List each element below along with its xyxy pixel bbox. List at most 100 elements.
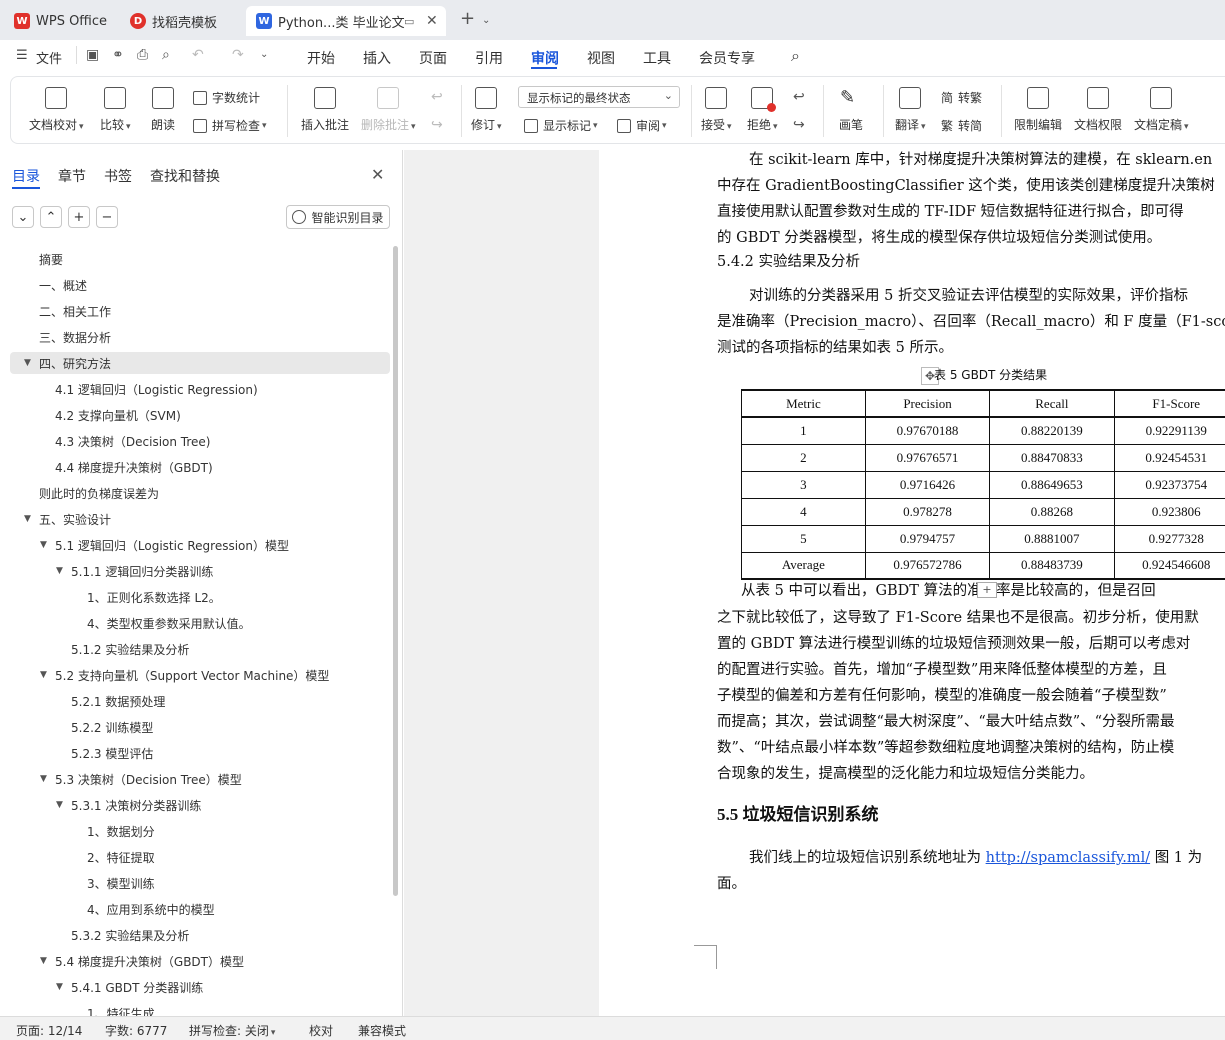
- toc-item[interactable]: 4、类型权重参数采用默认值。: [10, 612, 390, 634]
- save-icon[interactable]: ▣: [86, 47, 99, 63]
- menu-references[interactable]: 引用: [475, 48, 503, 68]
- redo-icon[interactable]: ↷: [232, 47, 244, 63]
- nav-scrollbar[interactable]: [393, 246, 398, 896]
- toc-item[interactable]: ▼ 5.2 支持向量机（Support Vector Machine）模型: [10, 664, 390, 686]
- print-icon[interactable]: ⎙: [137, 47, 148, 63]
- next-comment-icon[interactable]: ↪: [431, 117, 443, 133]
- toc-item[interactable]: ▼ 5.1 逻辑回归（Logistic Regression）模型: [10, 534, 390, 556]
- toc-item[interactable]: 4、应用到系统中的模型: [10, 898, 390, 920]
- show-markup-button[interactable]: 显示标记 ▾: [524, 117, 598, 134]
- toc-item[interactable]: 5.1.2 实验结果及分析: [10, 638, 390, 660]
- track-changes-button[interactable]: 修订 ▾: [471, 87, 502, 133]
- page-indicator[interactable]: 页面: 12/14: [16, 1022, 82, 1039]
- toc-item[interactable]: 4.1 逻辑回归（Logistic Regression): [10, 378, 390, 400]
- toc-item[interactable]: 5.2.2 训练模型: [10, 716, 390, 738]
- translate-button[interactable]: 翻译 ▾: [895, 87, 926, 133]
- tab-chapters[interactable]: 章节: [58, 166, 86, 186]
- toc-item[interactable]: 5.3.2 实验结果及分析: [10, 924, 390, 946]
- tab-find-replace[interactable]: 查找和替换: [150, 166, 220, 186]
- expand-arrow-icon[interactable]: ▼: [56, 982, 63, 992]
- word-count-status[interactable]: 字数: 6777: [105, 1022, 167, 1039]
- spell-check-button[interactable]: 拼写检查 ▾: [193, 117, 267, 134]
- tab-document[interactable]: W Python...类 毕业论文 ▭ ✕: [246, 6, 446, 36]
- toc-item[interactable]: ▼ 5.3 决策树（Decision Tree）模型: [10, 768, 390, 790]
- reject-button[interactable]: 拒绝 ▾: [747, 87, 778, 133]
- system-url-link[interactable]: http://spamclassify.ml/: [986, 850, 1150, 866]
- link-icon[interactable]: ⚭: [112, 47, 124, 63]
- remove-heading-button[interactable]: −: [96, 206, 118, 228]
- doc-finalize-button[interactable]: 文档定稿 ▾: [1134, 87, 1189, 133]
- markup-state-select[interactable]: 显示标记的最终状态 ⌄: [518, 86, 680, 108]
- search-icon[interactable]: ⌕: [791, 46, 800, 66]
- toc-item[interactable]: 3、模型训练: [10, 872, 390, 894]
- tab-list-chevron-icon[interactable]: ⌄: [482, 15, 490, 26]
- toc-item[interactable]: 5.2.3 模型评估: [10, 742, 390, 764]
- close-icon[interactable]: ✕: [371, 165, 384, 184]
- toc-item[interactable]: ▼ 5.4.1 GBDT 分类器训练: [10, 976, 390, 998]
- expand-arrow-icon[interactable]: ▼: [40, 774, 47, 784]
- word-count-button[interactable]: 字数统计: [193, 89, 260, 106]
- toc-item[interactable]: 二、相关工作: [10, 300, 390, 322]
- accept-button[interactable]: 接受 ▾: [701, 87, 732, 133]
- toc-item[interactable]: 4.2 支撑向量机（SVM): [10, 404, 390, 426]
- toc-item[interactable]: 2、特征提取: [10, 846, 390, 868]
- toc-item[interactable]: 1、数据划分: [10, 820, 390, 842]
- expand-arrow-icon[interactable]: ▼: [24, 358, 31, 368]
- toc-item[interactable]: 5.2.1 数据预处理: [10, 690, 390, 712]
- tab-bookmarks[interactable]: 书签: [104, 166, 132, 186]
- toc-item[interactable]: 1、正则化系数选择 L2。: [10, 586, 390, 608]
- toc-item[interactable]: ▼ 5.1.1 逻辑回归分类器训练: [10, 560, 390, 582]
- expand-arrow-icon[interactable]: ▼: [40, 956, 47, 966]
- delete-comment-button[interactable]: 删除批注 ▾: [361, 87, 416, 133]
- toc-item[interactable]: 则此时的负梯度误差为: [10, 482, 390, 504]
- next-change-icon[interactable]: ↪: [793, 117, 805, 133]
- toc-item[interactable]: ▼ 5.3.1 决策树分类器训练: [10, 794, 390, 816]
- file-menu[interactable]: 文件: [36, 48, 62, 67]
- menu-insert[interactable]: 插入: [363, 48, 391, 68]
- toc-item[interactable]: 4.4 梯度提升决策树（GBDT): [10, 456, 390, 478]
- previous-comment-icon[interactable]: ↩: [431, 89, 443, 105]
- previous-change-icon[interactable]: ↩: [793, 89, 805, 105]
- expand-arrow-icon[interactable]: ▼: [56, 566, 63, 576]
- toc-item[interactable]: 一、概述: [10, 274, 390, 296]
- quick-access-chevron-icon[interactable]: ⌄: [260, 49, 268, 60]
- toc-item[interactable]: 三、数据分析: [10, 326, 390, 348]
- compare-button[interactable]: 比较 ▾: [100, 87, 131, 133]
- hamburger-icon[interactable]: ☰: [16, 48, 28, 63]
- print-preview-icon[interactable]: ⌕: [162, 47, 170, 63]
- undo-icon[interactable]: ↶: [192, 47, 204, 63]
- close-tab-icon[interactable]: ✕: [426, 13, 438, 29]
- add-row-icon[interactable]: +: [977, 582, 997, 598]
- to-traditional-button[interactable]: 简转繁: [941, 89, 982, 106]
- toc-item[interactable]: ▼ 5.4 梯度提升决策树（GBDT）模型: [10, 950, 390, 972]
- toc-item[interactable]: ▼ 四、研究方法: [10, 352, 390, 374]
- menu-view[interactable]: 视图: [587, 48, 615, 68]
- proofread-button[interactable]: 文档校对 ▾: [29, 87, 84, 133]
- doc-permission-button[interactable]: 文档权限: [1074, 87, 1122, 133]
- collapse-all-button[interactable]: ⌄: [12, 206, 34, 228]
- to-simplified-button[interactable]: 繁转简: [941, 117, 982, 134]
- add-heading-button[interactable]: +: [68, 206, 90, 228]
- expand-arrow-icon[interactable]: ▼: [40, 670, 47, 680]
- menu-review[interactable]: 审阅: [531, 48, 559, 68]
- expand-arrow-icon[interactable]: ▼: [40, 540, 47, 550]
- pin-window-icon[interactable]: ▭: [404, 15, 414, 28]
- new-tab-icon[interactable]: +: [460, 8, 475, 29]
- insert-comment-button[interactable]: 插入批注: [301, 87, 349, 133]
- menu-page[interactable]: 页面: [419, 48, 447, 68]
- menu-start[interactable]: 开始: [307, 48, 335, 68]
- tab-wps-office[interactable]: W WPS Office: [4, 6, 116, 36]
- menu-member[interactable]: 会员专享: [699, 48, 755, 68]
- ink-button[interactable]: ✎ 画笔: [839, 87, 863, 133]
- toc-item[interactable]: ▼ 五、实验设计: [10, 508, 390, 530]
- spell-check-status[interactable]: 拼写检查: 关闭 ▾: [189, 1022, 275, 1039]
- restrict-edit-button[interactable]: 限制编辑: [1014, 87, 1062, 133]
- toc-item[interactable]: 4.3 决策树（Decision Tree): [10, 430, 390, 452]
- smart-toc-button[interactable]: 智能识别目录: [286, 205, 390, 229]
- review-pane-button[interactable]: 审阅 ▾: [617, 117, 667, 134]
- tab-docer[interactable]: D 找稻壳模板: [120, 6, 242, 36]
- toc-item[interactable]: 摘要: [10, 248, 390, 270]
- proof-status[interactable]: 校对: [309, 1022, 333, 1039]
- expand-arrow-icon[interactable]: ▼: [24, 514, 31, 524]
- tab-toc[interactable]: 目录: [12, 166, 40, 186]
